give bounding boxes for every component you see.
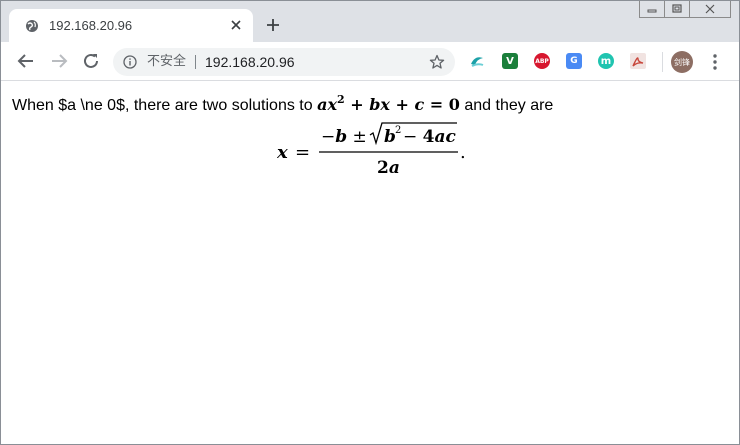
- back-button[interactable]: [17, 52, 35, 70]
- address-separator: [195, 55, 196, 69]
- menu-icon[interactable]: [709, 53, 721, 71]
- svg-text:2a: 2a: [377, 158, 400, 178]
- svg-text:2: 2: [395, 125, 401, 136]
- page-content: When $a \ne 0$, there are two solutions …: [1, 81, 739, 444]
- restore-icon: [672, 4, 682, 13]
- google-translate-icon[interactable]: G: [566, 53, 582, 69]
- tab-title: 192.168.20.96: [49, 18, 133, 33]
- intro-text: When $a \ne 0$, there are two solutions …: [12, 97, 313, 114]
- restore-button[interactable]: [665, 1, 690, 18]
- adblock-plus-icon[interactable]: ABP: [534, 53, 550, 69]
- inline-formula: ax2 + bx + c = 0: [317, 93, 460, 114]
- svg-text:−b ±: −b ±: [321, 127, 367, 147]
- ext-m-icon[interactable]: m: [598, 53, 614, 69]
- reload-button[interactable]: [82, 52, 100, 70]
- pdf-icon[interactable]: [630, 53, 646, 69]
- toolbar: 不安全 192.168.20.96 V ABP G m 剑锋: [1, 42, 739, 81]
- svg-text:.: .: [460, 142, 466, 163]
- minimize-button[interactable]: [639, 1, 665, 18]
- window-controls: [639, 1, 731, 19]
- minimize-icon: [647, 9, 657, 13]
- quadratic-formula: x = −b ± b 2 − 4ac 2a .: [277, 122, 466, 178]
- forward-button[interactable]: [50, 52, 68, 70]
- browser-tab[interactable]: 192.168.20.96: [9, 9, 253, 42]
- address-bar[interactable]: 不安全 192.168.20.96: [113, 48, 455, 76]
- ext-v-icon[interactable]: V: [502, 53, 518, 69]
- svg-text:− 4ac: − 4ac: [403, 127, 457, 147]
- svg-text:x: x: [277, 142, 288, 163]
- globe-icon: [26, 20, 38, 32]
- close-window-button[interactable]: [690, 1, 731, 18]
- profile-avatar[interactable]: 剑锋: [671, 51, 693, 73]
- paragraph: When $a \ne 0$, there are two solutions …: [12, 90, 553, 116]
- toolbar-divider: [662, 52, 663, 72]
- svg-text:=: =: [295, 142, 310, 163]
- outro-text: and they are: [464, 97, 554, 114]
- tab-strip: 192.168.20.96: [1, 1, 739, 42]
- close-window-icon: [705, 4, 715, 14]
- new-tab-button[interactable]: [265, 17, 281, 33]
- info-icon[interactable]: [123, 55, 137, 69]
- ext-swirl-icon[interactable]: [469, 53, 485, 69]
- not-secure-label: 不安全: [147, 54, 187, 69]
- browser-window: 192.168.20.96 不安全 192.168.20.96 V ABP G …: [0, 0, 740, 445]
- bookmark-star-icon[interactable]: [429, 54, 445, 70]
- close-tab-icon[interactable]: [227, 16, 245, 34]
- url-text[interactable]: 192.168.20.96: [205, 54, 295, 70]
